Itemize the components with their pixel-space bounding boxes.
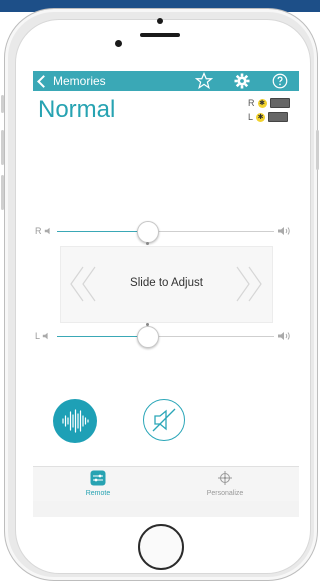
left-volume-thumb[interactable] [137, 326, 159, 348]
right-volume-marker [146, 242, 149, 245]
app-screen: Memories Normal R ✱ L ✱ R Slide to Adjus… [33, 71, 299, 517]
speaker-muted-icon [152, 408, 176, 432]
left-aid-status: L ✱ [248, 112, 289, 122]
volume-up-key [1, 130, 4, 165]
crosshair-icon [218, 471, 232, 485]
right-volume-letter: R [35, 226, 42, 236]
gear-icon[interactable] [233, 72, 251, 90]
home-button[interactable] [138, 524, 184, 570]
chevron-right-icon [236, 266, 262, 302]
chevron-left-icon [37, 74, 50, 88]
speaker-low-icon [44, 227, 50, 235]
sound-wave-icon [62, 409, 89, 433]
right-volume-label: R [35, 226, 52, 236]
nav-bar: Memories [33, 71, 299, 91]
tab-remote[interactable]: Remote [58, 470, 138, 497]
help-icon[interactable] [271, 72, 289, 90]
mute-button[interactable] [143, 399, 185, 441]
volume-down-key [1, 175, 4, 210]
earpiece-camera [157, 18, 163, 24]
left-volume-letter: L [35, 331, 41, 341]
slide-to-adjust-panel[interactable]: Slide to Adjust [60, 246, 273, 323]
speaker-low-icon [42, 332, 48, 340]
right-aid-label: R [248, 98, 255, 108]
front-camera [115, 40, 122, 47]
remote-icon [90, 470, 106, 486]
back-label: Memories [53, 74, 106, 88]
back-button[interactable]: Memories [37, 73, 106, 89]
sound-wave-button[interactable] [53, 399, 97, 443]
battery-icon [268, 112, 289, 122]
battery-icon [269, 98, 290, 108]
tab-bar: Remote Personalize [33, 466, 299, 501]
power-key [316, 130, 319, 170]
bottom-strip [33, 501, 299, 517]
star-icon[interactable] [195, 72, 213, 90]
program-title: Normal [38, 96, 116, 123]
left-volume-track-filled [57, 336, 147, 337]
mute-switch [1, 95, 4, 113]
right-volume-track [147, 231, 274, 232]
speaker-high-icon [278, 332, 290, 340]
left-volume-label: L [35, 331, 50, 341]
speaker-high-icon [278, 227, 290, 235]
right-volume-track-filled [57, 231, 147, 232]
tab-personalize-label: Personalize [206, 490, 244, 497]
earpiece-speaker [140, 33, 180, 37]
right-aid-status: R ✱ [248, 98, 290, 108]
bluetooth-icon: ✱ [257, 98, 267, 108]
left-volume-track [147, 336, 274, 337]
tab-remote-label: Remote [85, 490, 111, 497]
right-volume-thumb[interactable] [137, 221, 159, 243]
tab-personalize[interactable]: Personalize [185, 470, 265, 497]
bluetooth-icon: ✱ [256, 112, 266, 122]
left-aid-label: L [248, 112, 254, 122]
